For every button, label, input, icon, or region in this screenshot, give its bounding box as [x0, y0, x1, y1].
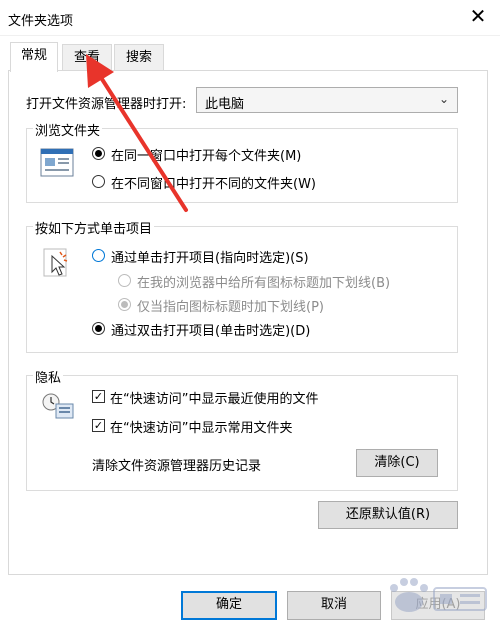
radio-underline-always[interactable]: [118, 274, 131, 287]
click-items-title: 按如下方式单击项目: [33, 218, 155, 237]
ok-button[interactable]: 确定: [181, 591, 277, 620]
watermark-logo: [390, 578, 487, 612]
close-icon[interactable]: ✕: [462, 4, 494, 30]
clock-files-icon: [42, 393, 74, 419]
single-click-label: 通过单击打开项目(指向时选定)(S): [111, 251, 309, 266]
open-explorer-value: 此电脑: [205, 97, 245, 112]
clear-history-button[interactable]: 清除(C): [356, 449, 438, 477]
radio-same-window[interactable]: [92, 147, 105, 160]
tab-view[interactable]: 查看: [62, 44, 112, 70]
different-window-label: 在不同窗口中打开不同的文件夹(W): [111, 177, 316, 192]
chevron-down-icon: ⌄: [438, 92, 449, 106]
radio-different-window[interactable]: [92, 175, 105, 188]
radio-double-click[interactable]: [92, 322, 105, 335]
open-explorer-label: 打开文件资源管理器时打开:: [26, 97, 187, 112]
cancel-button[interactable]: 取消: [287, 591, 381, 620]
title-bar: 文件夹选项 ✕: [0, 0, 500, 36]
window-title: 文件夹选项: [8, 14, 74, 29]
clear-history-label: 清除文件资源管理器历史记录: [92, 459, 262, 474]
underline-hover-label: 仅当指向图标标题时加下划线(P): [137, 300, 324, 315]
radio-underline-hover[interactable]: [118, 298, 131, 311]
recent-files-label: 在“快速访问”中显示最近使用的文件: [110, 392, 319, 407]
privacy-title: 隐私: [33, 367, 64, 386]
double-click-label: 通过双击打开项目(单击时选定)(D): [111, 324, 311, 339]
tab-general[interactable]: 常规: [10, 42, 58, 72]
browse-folders-title: 浏览文件夹: [33, 120, 103, 139]
checkbox-recent-files[interactable]: ✓: [92, 390, 105, 403]
underline-always-label: 在我的浏览器中给所有图标标题加下划线(B): [137, 276, 391, 291]
open-explorer-select[interactable]: 此电脑 ⌄: [196, 87, 458, 113]
checkbox-frequent-folders[interactable]: ✓: [92, 419, 105, 432]
frequent-folders-label: 在“快速访问”中显示常用文件夹: [110, 421, 293, 436]
pointer-click-icon: [43, 248, 68, 277]
same-window-label: 在同一窗口中打开每个文件夹(M): [111, 149, 302, 164]
restore-defaults-button[interactable]: 还原默认值(R): [318, 501, 458, 529]
tab-search[interactable]: 搜索: [114, 44, 164, 70]
folder-window-icon: [40, 148, 74, 177]
radio-single-click[interactable]: [92, 249, 105, 262]
